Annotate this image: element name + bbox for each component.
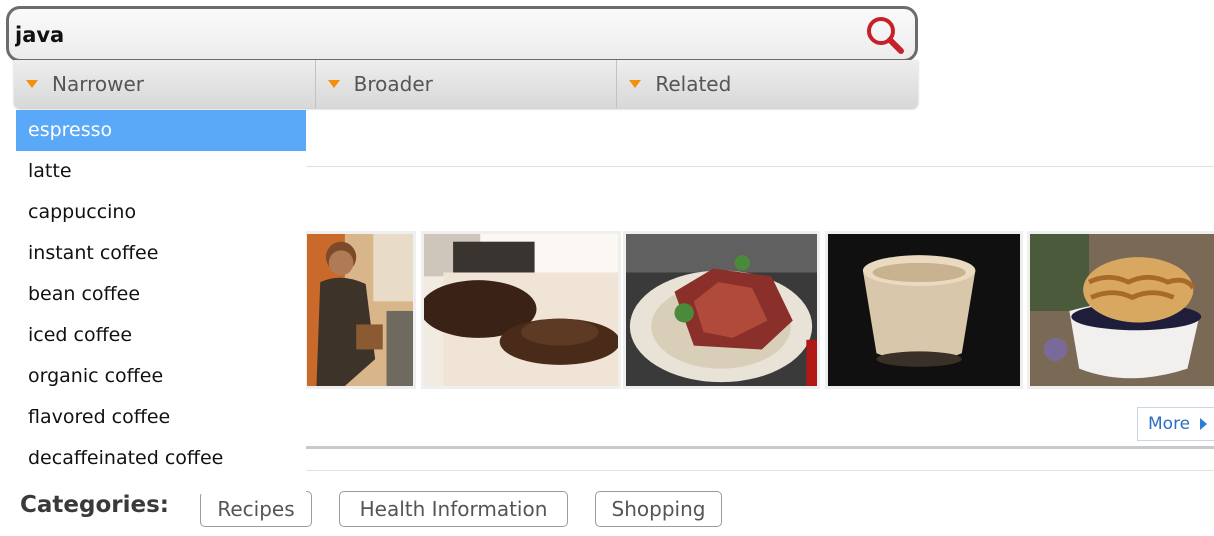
dropdown-item-espresso[interactable]: espresso [16,110,306,151]
relation-tabs: Narrower Broader Related [14,60,918,108]
divider [306,470,1214,471]
tab-narrower[interactable]: Narrower [14,60,316,108]
image-thumbnail-1[interactable] [304,231,416,389]
person-with-coffee-photo-icon [307,234,413,386]
dessert-cup-photo-icon [1030,234,1214,386]
search-icon[interactable] [863,13,907,57]
image-thumbnail-4[interactable] [825,231,1023,389]
search-input[interactable] [15,17,835,53]
search-box [6,6,918,62]
dropdown-item-decaffeinated-coffee[interactable]: decaffeinated coffee [16,438,306,479]
divider [306,166,1214,167]
image-thumbnail-3[interactable] [623,231,820,389]
divider [306,446,1214,449]
tab-label: Related [655,72,732,96]
dropdown-triangle-icon [327,80,340,88]
more-button[interactable]: More [1137,407,1214,441]
dropdown-item-cappuccino[interactable]: cappuccino [16,192,306,233]
narrower-dropdown: espresso latte cappuccino instant coffee… [16,110,306,494]
dropdown-item-iced-coffee[interactable]: iced coffee [16,315,306,356]
tab-label: Broader [353,72,433,96]
category-shopping[interactable]: Shopping [595,491,722,527]
tab-related[interactable]: Related [617,60,918,108]
tab-broader[interactable]: Broader [316,60,618,108]
image-thumbnail-5[interactable] [1027,231,1214,389]
dropdown-triangle-icon [26,80,38,88]
category-health-information[interactable]: Health Information [339,491,568,527]
dropdown-item-organic-coffee[interactable]: organic coffee [16,356,306,397]
dropdown-item-flavored-coffee[interactable]: flavored coffee [16,397,306,438]
coffee-beans-photo-icon [424,234,618,386]
arrow-right-icon [1200,418,1208,430]
dropdown-item-latte[interactable]: latte [16,151,306,192]
tab-label: Narrower [52,72,144,96]
iced-coffee-photo-icon [828,234,1020,386]
more-label: More [1148,414,1191,434]
dropdown-triangle-icon [629,80,642,88]
image-thumbnail-2[interactable] [421,231,621,389]
rack-of-lamb-photo-icon [626,234,817,386]
dropdown-item-instant-coffee[interactable]: instant coffee [16,233,306,274]
categories-label: Categories: [20,492,169,518]
category-recipes[interactable]: Recipes [200,491,312,527]
dropdown-item-bean-coffee[interactable]: bean coffee [16,274,306,315]
